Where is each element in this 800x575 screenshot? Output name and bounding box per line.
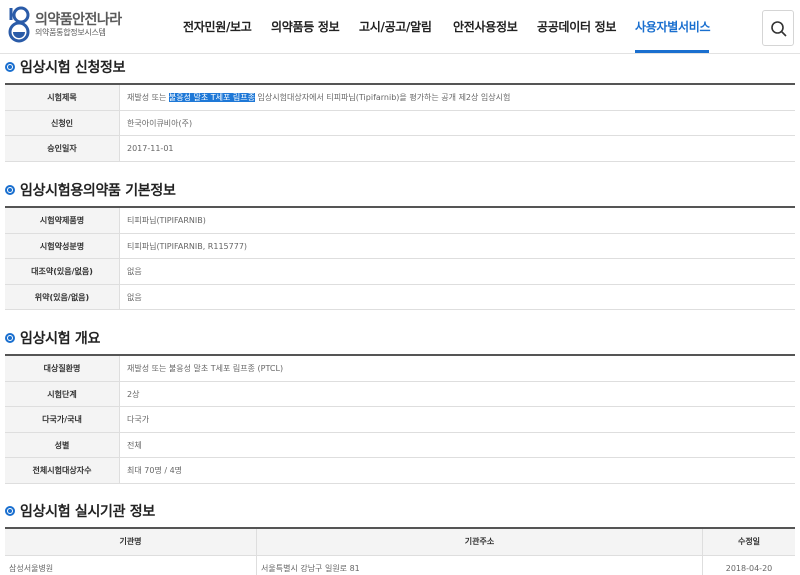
circle-bullet-icon bbox=[5, 62, 15, 72]
section-title-text: 임상시험용의약품 기본정보 bbox=[20, 183, 176, 199]
nav-item-notice[interactable]: 고시/공고/알림 bbox=[359, 18, 432, 35]
trial-title-suffix: 임상시험대상자에서 티피파닙(Tipifarnib)을 평가하는 공개 제2상 … bbox=[255, 93, 511, 102]
nav-item-user-services[interactable]: 사용자별서비스 bbox=[635, 18, 710, 35]
table-row: 위약(있음/없음) 없음 bbox=[5, 284, 795, 310]
section-title-text: 임상시험 신청정보 bbox=[20, 60, 126, 76]
table-row: 신청인 한국아이큐비아(주) bbox=[5, 110, 795, 136]
site-logo[interactable]: 의약품안전나라 의약품통합정보시스템 bbox=[5, 4, 155, 48]
site-updated-cell: 2018-04-20 bbox=[725, 564, 773, 573]
row-label: 대조약(있음/없음) bbox=[5, 259, 120, 284]
table-row: 전체시험대상자수 최대 70명 / 4명 bbox=[5, 458, 795, 484]
trial-title-prefix: 재발성 또는 bbox=[127, 93, 169, 102]
table-header-row: 기관명 기관주소 수정일 bbox=[5, 529, 795, 556]
nav-item-civil-report[interactable]: 전자민원/보고 bbox=[183, 18, 252, 35]
section-title-text: 임상시험 실시기관 정보 bbox=[20, 504, 155, 520]
application-info-table: 시험제목 재발성 또는 불응성 말초 T세포 림프종 임상시험대상자에서 티피파… bbox=[5, 83, 795, 162]
row-label: 시험약성분명 bbox=[5, 233, 120, 258]
row-value: 최대 70명 / 4명 bbox=[127, 466, 183, 475]
column-header-address: 기관주소 bbox=[257, 529, 703, 555]
table-row: 시험약성분명 티피파닙(TIPIFARNIB, R115777) bbox=[5, 233, 795, 259]
trial-title-value: 재발성 또는 불응성 말초 T세포 림프종 임상시험대상자에서 티피파닙(Tip… bbox=[127, 85, 510, 110]
row-label: 위약(있음/없음) bbox=[5, 284, 120, 309]
column-header-name: 기관명 bbox=[5, 529, 257, 555]
row-label: 전체시험대상자수 bbox=[5, 458, 120, 483]
row-label: 다국가/국내 bbox=[5, 407, 120, 432]
row-label: 승인일자 bbox=[5, 136, 120, 161]
circle-bullet-icon bbox=[5, 333, 15, 343]
section-title-text: 임상시험 개요 bbox=[20, 331, 101, 347]
nav-item-safety-info[interactable]: 안전사용정보 bbox=[453, 18, 518, 35]
nav-item-drug-info[interactable]: 의약품등 정보 bbox=[271, 18, 340, 35]
table-row: 대조약(있음/없음) 없음 bbox=[5, 259, 795, 285]
row-label: 대상질환명 bbox=[5, 356, 120, 381]
row-value: 재발성 또는 불응성 말초 T세포 림프종 (PTCL) bbox=[127, 364, 284, 373]
active-nav-indicator bbox=[635, 50, 709, 53]
row-value: 없음 bbox=[127, 267, 142, 276]
table-row: 다국가/국내 다국가 bbox=[5, 407, 795, 433]
row-label: 시험약제품명 bbox=[5, 208, 120, 233]
row-value: 전체 bbox=[127, 440, 142, 450]
search-icon bbox=[771, 21, 787, 37]
table-row: 시험약제품명 티피파닙(TIPIFARNIB) bbox=[5, 208, 795, 234]
nav-item-public-data[interactable]: 공공데이터 정보 bbox=[537, 18, 616, 35]
row-label: 시험제목 bbox=[5, 85, 120, 110]
overview-info-table: 대상질환명 재발성 또는 불응성 말초 T세포 림프종 (PTCL) 시험단계 … bbox=[5, 354, 795, 484]
row-label: 신청인 bbox=[5, 110, 120, 135]
sites-table: 기관명 기관주소 수정일 삼성서울병원 서울특별시 강남구 일원로 81 201… bbox=[5, 527, 795, 575]
column-header-updated: 수정일 bbox=[737, 537, 761, 546]
section-title-drug: 임상시험용의약품 기본정보 bbox=[5, 180, 176, 200]
table-row: 삼성서울병원 서울특별시 강남구 일원로 81 2018-04-20 bbox=[5, 556, 795, 575]
row-value: 한국아이큐비아(주) bbox=[127, 118, 193, 128]
logo-mark-icon bbox=[8, 6, 30, 43]
circle-bullet-icon bbox=[5, 506, 15, 516]
site-address-cell: 서울특별시 강남구 일원로 81 bbox=[257, 556, 703, 575]
row-value: 다국가 bbox=[127, 415, 150, 424]
table-row: 성별 전체 bbox=[5, 432, 795, 458]
table-row: 시험단계 2상 bbox=[5, 381, 795, 407]
row-value: 없음 bbox=[127, 292, 142, 302]
table-row: 대상질환명 재발성 또는 불응성 말초 T세포 림프종 (PTCL) bbox=[5, 356, 795, 382]
section-title-application: 임상시험 신청정보 bbox=[5, 57, 126, 77]
table-row: 시험제목 재발성 또는 불응성 말초 T세포 림프종 임상시험대상자에서 티피파… bbox=[5, 85, 795, 111]
row-value: 티피파닙(TIPIFARNIB) bbox=[127, 216, 206, 225]
section-title-sites: 임상시험 실시기관 정보 bbox=[5, 501, 155, 521]
selected-text[interactable]: 불응성 말초 T세포 림프종 bbox=[168, 93, 256, 102]
row-value: 2상 bbox=[127, 389, 140, 399]
logo-title: 의약품안전나라 bbox=[35, 12, 122, 28]
logo-subtitle: 의약품통합정보시스템 bbox=[35, 28, 106, 37]
row-label: 시험단계 bbox=[5, 381, 120, 406]
row-label: 성별 bbox=[5, 432, 120, 457]
search-button[interactable] bbox=[762, 10, 794, 46]
circle-bullet-icon bbox=[5, 185, 15, 195]
drug-info-table: 시험약제품명 티피파닙(TIPIFARNIB) 시험약성분명 티피파닙(TIPI… bbox=[5, 206, 795, 310]
row-value: 티피파닙(TIPIFARNIB, R115777) bbox=[127, 241, 248, 251]
site-header: 의약품안전나라 의약품통합정보시스템 전자민원/보고 의약품등 정보 고시/공고… bbox=[0, 0, 800, 54]
row-value: 2017-11-01 bbox=[127, 144, 174, 153]
section-title-overview: 임상시험 개요 bbox=[5, 328, 100, 348]
table-row: 승인일자 2017-11-01 bbox=[5, 136, 795, 162]
site-name-cell: 삼성서울병원 bbox=[5, 556, 257, 575]
